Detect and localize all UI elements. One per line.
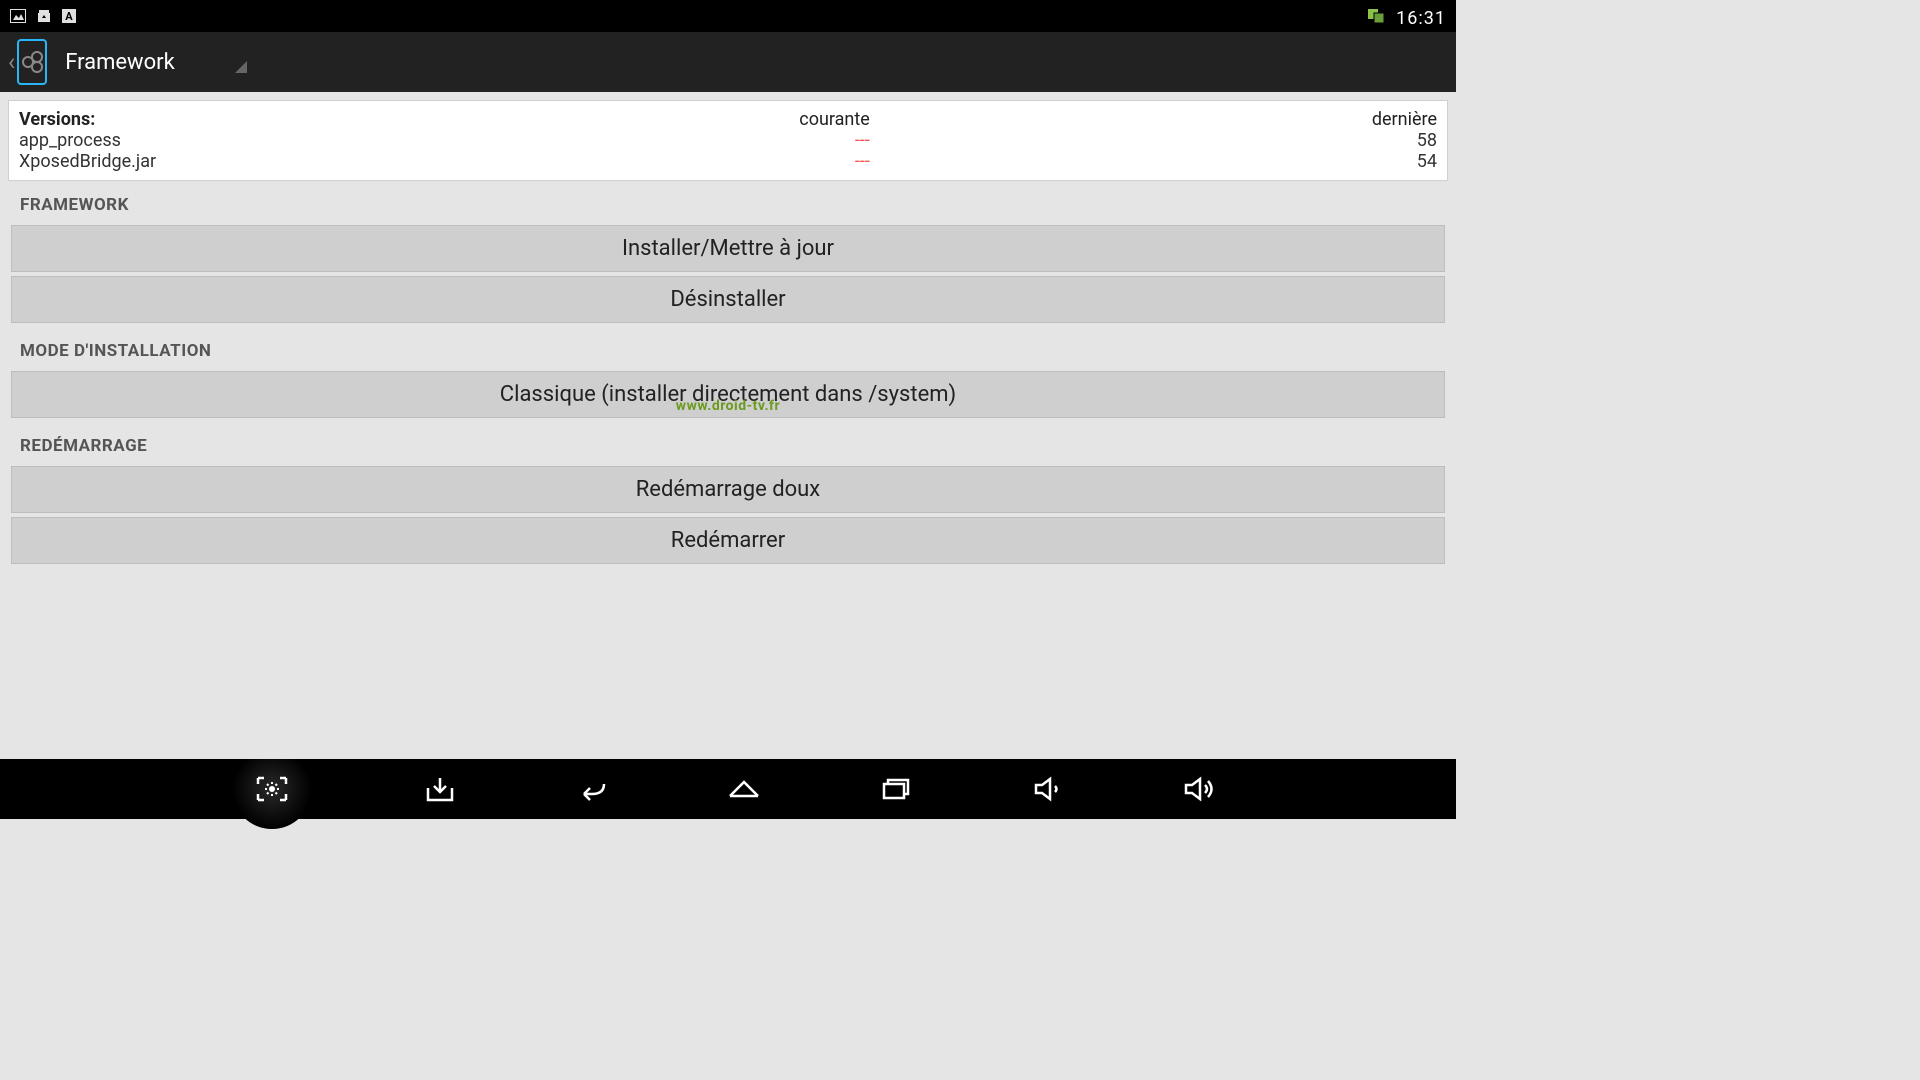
screenshot-button[interactable] <box>232 749 312 829</box>
store-icon <box>36 8 52 28</box>
reboot-button[interactable]: Redémarrer <box>11 517 1445 564</box>
section-header-framework: FRAMEWORK <box>8 181 1448 221</box>
versions-card: Versions: courante dernière app_process … <box>8 100 1448 181</box>
section-header-install-mode: MODE D'INSTALLATION <box>8 327 1448 367</box>
page-title: Framework <box>65 50 175 75</box>
back-chevron-icon[interactable]: ‹ <box>8 48 15 76</box>
version-row: app_process --- 58 <box>19 130 1437 151</box>
col-latest-header: dernière <box>870 109 1437 130</box>
volume-up-button[interactable] <box>1176 765 1224 813</box>
uninstall-button[interactable]: Désinstaller <box>11 276 1445 323</box>
image-icon <box>10 9 26 27</box>
svg-text:A: A <box>65 10 73 23</box>
version-current: --- <box>161 151 870 172</box>
download-button[interactable] <box>416 765 464 813</box>
version-current: --- <box>161 130 870 151</box>
col-current-header: courante <box>161 109 870 130</box>
versions-label: Versions: <box>19 109 161 130</box>
watermark-text: www.droid-tv.fr <box>676 398 780 414</box>
action-bar: ‹ Framework <box>0 32 1456 92</box>
spinner-indicator-icon <box>235 61 247 73</box>
back-button[interactable] <box>568 765 616 813</box>
soft-reboot-button[interactable]: Redémarrage doux <box>11 466 1445 513</box>
recent-apps-button[interactable] <box>872 765 920 813</box>
version-latest: 58 <box>870 130 1437 151</box>
version-name: XposedBridge.jar <box>19 151 161 172</box>
content-area: Versions: courante dernière app_process … <box>0 92 1456 759</box>
version-latest: 54 <box>870 151 1437 172</box>
app-icon[interactable] <box>17 39 47 85</box>
volume-down-button[interactable] <box>1024 765 1072 813</box>
network-icon <box>1366 7 1386 29</box>
status-clock: 16:31 <box>1396 8 1446 29</box>
navigation-bar <box>0 759 1456 819</box>
version-name: app_process <box>19 130 161 151</box>
status-bar: A 16:31 <box>0 4 1456 32</box>
section-header-reboot: REDÉMARRAGE <box>8 422 1448 462</box>
version-row: XposedBridge.jar --- 54 <box>19 151 1437 172</box>
install-update-button[interactable]: Installer/Mettre à jour <box>11 225 1445 272</box>
letter-a-icon: A <box>62 9 76 27</box>
home-button[interactable] <box>720 765 768 813</box>
action-bar-spinner[interactable]: Framework <box>65 50 247 75</box>
